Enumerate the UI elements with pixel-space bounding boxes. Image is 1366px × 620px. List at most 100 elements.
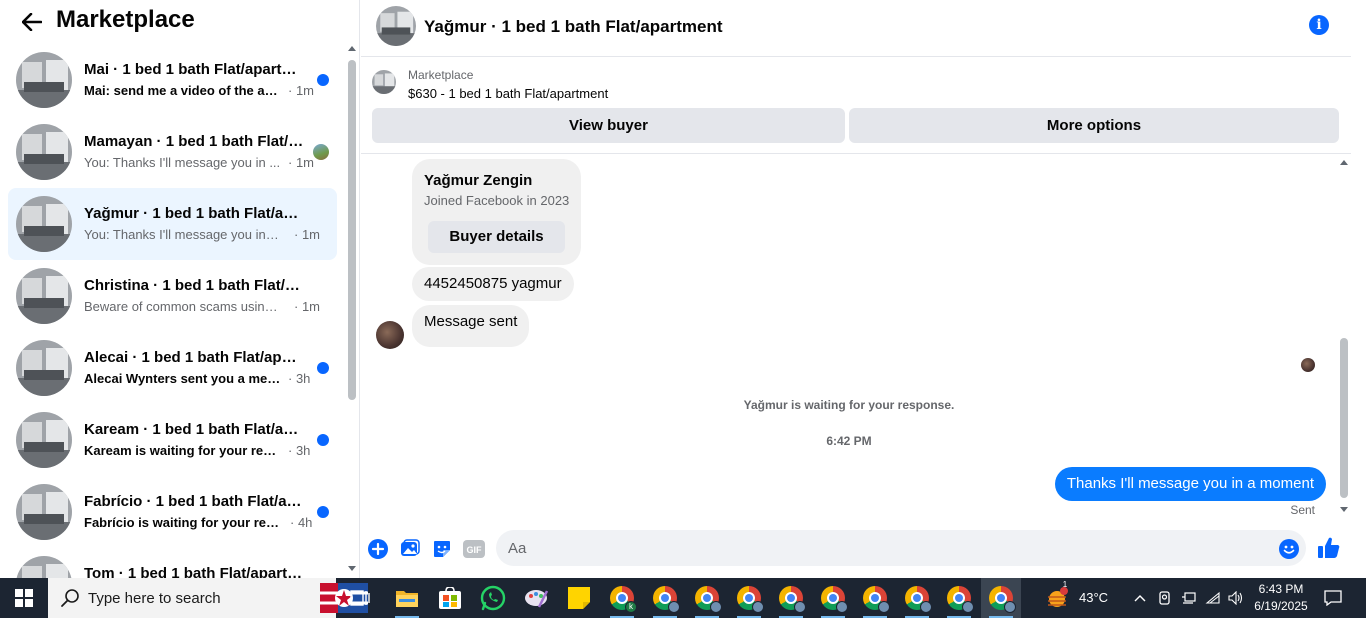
- listing-thumbnail: [16, 556, 72, 578]
- scroll-up-icon[interactable]: [348, 46, 356, 51]
- buyer-name: Yağmur Zengin: [424, 172, 533, 189]
- chrome-icon[interactable]: [939, 578, 979, 618]
- listing-thumbnail: [16, 340, 72, 396]
- thumbs-up-icon[interactable]: [1317, 536, 1341, 560]
- conversation-list: Mai · 1 bed 1 bath Flat/apartm... Mai: s…: [0, 40, 345, 578]
- chrome-icon[interactable]: k: [602, 578, 642, 618]
- task-view-icon[interactable]: [340, 578, 380, 618]
- chrome-icon[interactable]: [855, 578, 895, 618]
- conversation-preview: You: Thanks I'll message you in a ...: [84, 227, 282, 242]
- microsoft-store-icon[interactable]: [430, 578, 470, 618]
- buyer-details-button[interactable]: Buyer details: [428, 221, 565, 253]
- sidebar-title: Marketplace: [56, 6, 195, 33]
- unread-indicator: [317, 74, 329, 86]
- plus-icon[interactable]: [367, 538, 389, 560]
- scroll-down-icon[interactable]: [348, 566, 356, 571]
- clock-date: 6/19/2025: [1254, 599, 1308, 613]
- conversation-preview: Beware of common scams using p...: [84, 299, 282, 314]
- messenger-window: Marketplace Mai · 1 bed 1 bath Flat/apar…: [0, 0, 1366, 578]
- sidebar-header: Marketplace: [0, 0, 359, 44]
- whatsapp-icon[interactable]: [473, 578, 513, 618]
- conversation-item-tom[interactable]: Tom · 1 bed 1 bath Flat/apartm...: [8, 548, 337, 578]
- more-options-button[interactable]: More options: [849, 108, 1339, 143]
- listing-thumbnail: [16, 124, 72, 180]
- view-buyer-button[interactable]: View buyer: [372, 108, 845, 143]
- chrome-icon[interactable]: [813, 578, 853, 618]
- back-button[interactable]: [16, 6, 48, 38]
- listing-source: Marketplace: [408, 68, 474, 82]
- conversation-title: Mai · 1 bed 1 bath Flat/apartm...: [84, 61, 304, 78]
- svg-text:GIF: GIF: [467, 545, 483, 555]
- seen-avatar: [313, 144, 329, 160]
- scroll-up-icon[interactable]: [1340, 160, 1348, 165]
- conversation-item-alecai[interactable]: Alecai · 1 bed 1 bath Flat/apart... Alec…: [8, 332, 337, 404]
- chat-panel: Yağmur · 1 bed 1 bath Flat/apartment i M…: [361, 0, 1366, 578]
- message-timestamp: 6:42 PM: [826, 434, 872, 448]
- listing-thumbnail: [16, 268, 72, 324]
- search-placeholder: Type here to search: [88, 590, 221, 607]
- file-explorer-icon[interactable]: [387, 578, 427, 618]
- scrollbar-thumb[interactable]: [348, 60, 356, 400]
- conversation-item-yagmur[interactable]: Yağmur · 1 bed 1 bath Flat/apart... You:…: [8, 188, 337, 260]
- scrollbar-thumb[interactable]: [1340, 338, 1348, 498]
- conversation-time: · 3h: [288, 371, 311, 386]
- temperature-label[interactable]: 43°C: [1079, 590, 1108, 605]
- conversation-item-mamayan[interactable]: Mamayan · 1 bed 1 bath Flat/a... You: Th…: [8, 116, 337, 188]
- conversation-item-mai[interactable]: Mai · 1 bed 1 bath Flat/apartm... Mai: s…: [8, 44, 337, 116]
- conversation-title: Kaream · 1 bed 1 bath Flat/apa...: [84, 421, 304, 438]
- emoji-icon[interactable]: [1278, 538, 1300, 560]
- paint-app-icon[interactable]: [516, 578, 556, 618]
- info-icon[interactable]: i: [1309, 15, 1329, 35]
- conversation-preview: Alecai Wynters sent you a mess...: [84, 371, 282, 386]
- volume-icon[interactable]: [1226, 578, 1246, 618]
- system-clock[interactable]: 6:43 PM 6/19/2025: [1248, 581, 1314, 615]
- conversation-title: Fabrício · 1 bed 1 bath Flat/apa...: [84, 493, 304, 510]
- meet-now-icon[interactable]: [1155, 578, 1175, 618]
- gif-icon[interactable]: GIF: [463, 538, 485, 560]
- read-receipt-avatar: [1301, 358, 1315, 372]
- message-input[interactable]: [496, 530, 1306, 566]
- arrow-left-icon: [22, 13, 42, 31]
- conversation-item-christina[interactable]: Christina · 1 bed 1 bath Flat/apar... Be…: [8, 260, 337, 332]
- conversation-item-fabricio[interactable]: Fabrício · 1 bed 1 bath Flat/apa... Fabr…: [8, 476, 337, 548]
- start-button[interactable]: [0, 578, 48, 618]
- listing-thumbnail: [16, 412, 72, 468]
- chrome-icon[interactable]: [897, 578, 937, 618]
- taskbar-search[interactable]: Type here to search: [48, 578, 368, 618]
- search-icon: [61, 589, 79, 607]
- listing-title[interactable]: $630 - 1 bed 1 bath Flat/apartment: [408, 86, 608, 101]
- listing-thumbnail: [16, 196, 72, 252]
- chat-listing-thumbnail[interactable]: [376, 6, 416, 46]
- sticker-icon[interactable]: [431, 538, 453, 560]
- chrome-icon[interactable]: [645, 578, 685, 618]
- chrome-profile-badge: k: [625, 601, 637, 613]
- message-thread: Yağmur Zengin Joined Facebook in 2023 Bu…: [361, 155, 1337, 520]
- conversation-sidebar: Marketplace Mai · 1 bed 1 bath Flat/apar…: [0, 0, 360, 578]
- conversation-item-kaream[interactable]: Kaream · 1 bed 1 bath Flat/apa... Kaream…: [8, 404, 337, 476]
- sticky-notes-icon[interactable]: [559, 578, 599, 618]
- chrome-icon[interactable]: [687, 578, 727, 618]
- chrome-icon[interactable]: [981, 578, 1021, 618]
- conversation-time: · 1m: [288, 155, 314, 170]
- photo-icon[interactable]: [399, 538, 421, 560]
- message-composer: GIF: [361, 522, 1366, 578]
- chat-scrollbar[interactable]: [1337, 155, 1351, 520]
- listing-thumbnail: [16, 52, 72, 108]
- conversation-title: Tom · 1 bed 1 bath Flat/apartm...: [84, 565, 304, 578]
- unread-indicator: [317, 434, 329, 446]
- wifi-icon[interactable]: [1203, 578, 1223, 618]
- sidebar-scrollbar[interactable]: [345, 44, 359, 578]
- chat-title[interactable]: Yağmur · 1 bed 1 bath Flat/apartment: [424, 17, 723, 37]
- buyer-joined: Joined Facebook in 2023: [424, 193, 570, 208]
- sent-status: Sent: [1290, 503, 1315, 517]
- buyer-avatar[interactable]: [376, 321, 404, 349]
- chrome-icon[interactable]: [729, 578, 769, 618]
- chrome-icon[interactable]: [771, 578, 811, 618]
- unread-indicator: [317, 362, 329, 374]
- message-bubble: 4452450875 yagmur: [412, 267, 574, 301]
- chevron-up-icon[interactable]: [1130, 578, 1150, 618]
- unread-indicator: [317, 506, 329, 518]
- notification-center-icon[interactable]: [1318, 578, 1348, 618]
- network-device-icon[interactable]: [1179, 578, 1199, 618]
- scroll-down-icon[interactable]: [1340, 507, 1348, 512]
